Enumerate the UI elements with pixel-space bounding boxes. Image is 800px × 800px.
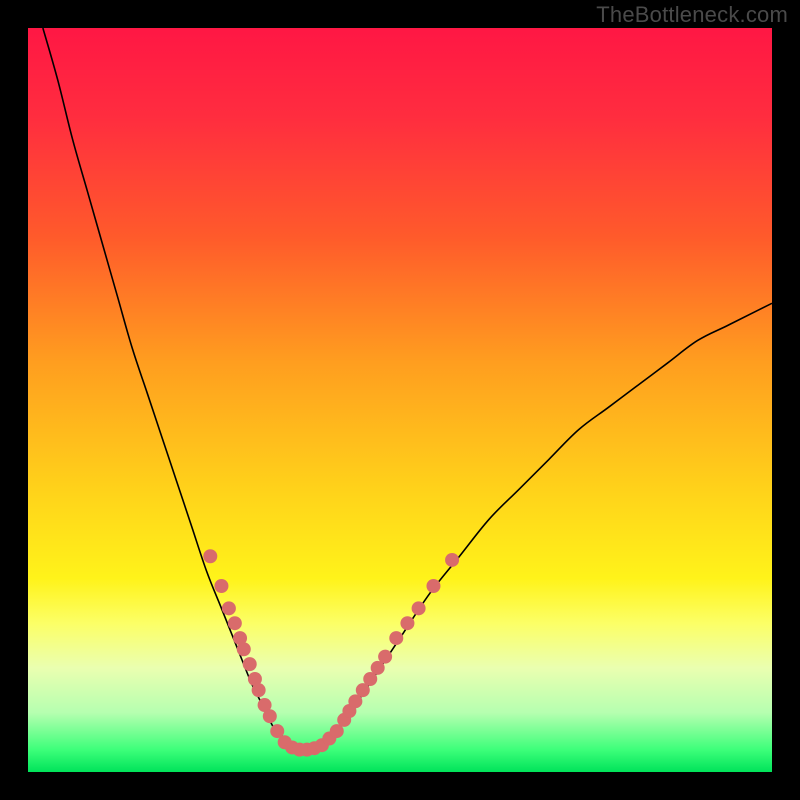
gradient-background (28, 28, 772, 772)
marker-dot (203, 549, 217, 563)
chart-svg (28, 28, 772, 772)
plot-area (28, 28, 772, 772)
marker-dot (445, 553, 459, 567)
watermark-text: TheBottleneck.com (596, 2, 788, 28)
marker-dot (252, 683, 266, 697)
marker-dot (426, 579, 440, 593)
marker-dot (378, 650, 392, 664)
marker-dot (412, 601, 426, 615)
marker-dot (237, 642, 251, 656)
marker-dot (400, 616, 414, 630)
marker-dot (228, 616, 242, 630)
marker-dot (243, 657, 257, 671)
marker-dot (389, 631, 403, 645)
marker-dot (222, 601, 236, 615)
marker-dot (263, 709, 277, 723)
marker-dot (214, 579, 228, 593)
chart-frame: TheBottleneck.com (0, 0, 800, 800)
